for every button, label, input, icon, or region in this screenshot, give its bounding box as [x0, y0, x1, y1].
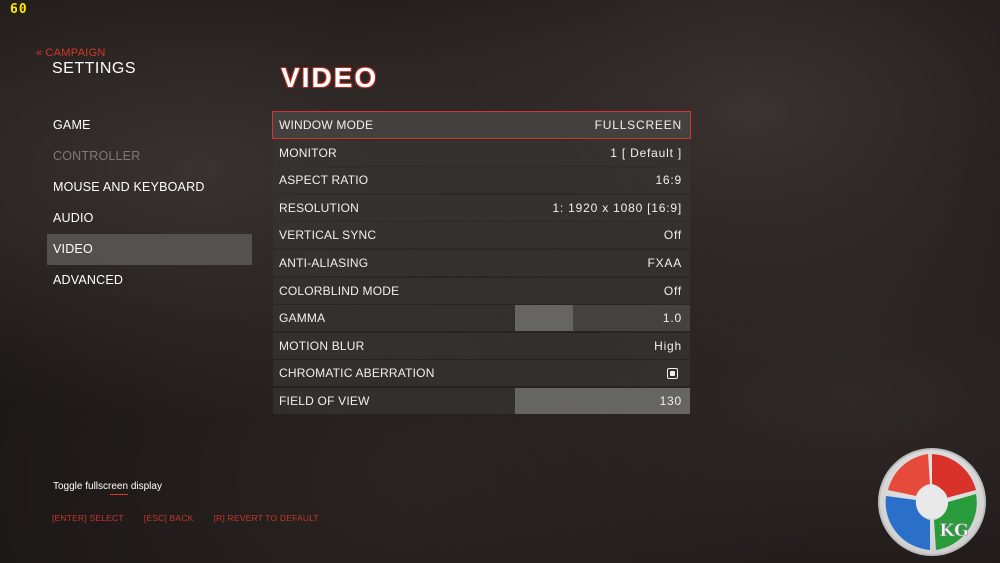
setting-row-monitor[interactable]: MONITOR 1 [ Default ]: [273, 139, 690, 166]
setting-row-chromatic-aberration[interactable]: CHROMATIC ABERRATION: [273, 360, 690, 387]
setting-row-colorblind-mode[interactable]: COLORBLIND MODE Off: [273, 277, 690, 304]
setting-row-aspect-ratio[interactable]: ASPECT RATIO 16:9: [273, 167, 690, 194]
setting-value: High: [654, 338, 682, 353]
setting-label: FIELD OF VIEW: [279, 393, 370, 408]
setting-label: WINDOW MODE: [279, 118, 374, 132]
setting-description-hint: Toggle fullscreen display: [53, 481, 162, 492]
setting-row-gamma[interactable]: GAMMA 1.0: [273, 305, 690, 332]
nav-item-game[interactable]: GAME: [47, 110, 252, 141]
setting-value: Off: [663, 228, 682, 243]
setting-label: RESOLUTION: [279, 200, 360, 215]
setting-label: MONITOR: [279, 145, 337, 160]
setting-label: GAMMA: [279, 311, 326, 326]
nav-item-video[interactable]: VIDEO: [47, 234, 252, 265]
settings-category-nav: GAME CONTROLLER MOUSE AND KEYBOARD AUDIO…: [47, 110, 252, 296]
nav-item-controller: CONTROLLER: [53, 149, 141, 163]
settings-title: SETTINGS: [52, 60, 137, 77]
nav-item-audio[interactable]: AUDIO: [47, 203, 252, 234]
video-settings-list: WINDOW MODE FULLSCREEN MONITOR 1 [ Defau…: [272, 111, 691, 416]
footer-controls: [ENTER] SELECT [ESC] BACK [R] REVERT TO …: [52, 513, 319, 523]
setting-label: ANTI-ALIASING: [279, 255, 369, 270]
setting-label: ASPECT RATIO: [279, 173, 369, 188]
setting-row-resolution[interactable]: RESOLUTION 1: 1920 x 1080 [16:9]: [273, 194, 690, 221]
fps-counter: 60: [10, 2, 28, 17]
setting-row-vertical-sync[interactable]: VERTICAL SYNC Off: [273, 222, 690, 249]
hint-underline: [110, 494, 128, 495]
logo-text: KG: [939, 521, 968, 541]
back-to-campaign-link[interactable]: « CAMPAIGN: [36, 47, 106, 59]
setting-value: 1: 1920 x 1080 [16:9]: [552, 200, 682, 215]
setting-label: CHROMATIC ABERRATION: [279, 366, 435, 381]
setting-row-anti-aliasing[interactable]: ANTI-ALIASING FXAA: [273, 249, 690, 276]
select-key-hint[interactable]: [ENTER] SELECT: [52, 513, 124, 523]
setting-value: FXAA: [647, 255, 682, 270]
gamma-slider-fill: [515, 305, 573, 332]
setting-row-field-of-view[interactable]: FIELD OF VIEW 130: [273, 387, 690, 414]
setting-value: 130: [659, 393, 682, 408]
setting-value: 1.0: [662, 311, 682, 326]
chromatic-aberration-checkbox[interactable]: [667, 367, 678, 379]
setting-value: 16:9: [655, 173, 682, 188]
back-key-hint[interactable]: [ESC] BACK: [144, 513, 194, 523]
setting-label: MOTION BLUR: [279, 338, 365, 353]
setting-row-window-mode[interactable]: WINDOW MODE FULLSCREEN: [272, 111, 691, 139]
double-chevron-left-icon: «: [36, 47, 43, 59]
setting-label: VERTICAL SYNC: [279, 228, 377, 243]
checkbox-checked-icon: [670, 370, 675, 376]
back-link-label: CAMPAIGN: [45, 47, 106, 59]
setting-value: Off: [663, 283, 682, 298]
nav-item-mouse-and-keyboard[interactable]: MOUSE AND KEYBOARD: [47, 172, 252, 203]
page-title: VIDEO: [281, 62, 379, 93]
setting-value: 1 [ Default ]: [610, 145, 682, 160]
setting-label: COLORBLIND MODE: [279, 283, 400, 298]
kg-logo-icon: KG: [878, 448, 986, 556]
setting-value: FULLSCREEN: [594, 118, 682, 132]
revert-key-hint[interactable]: [R] REVERT TO DEFAULT: [213, 513, 318, 523]
nav-item-advanced[interactable]: ADVANCED: [47, 265, 252, 296]
setting-row-motion-blur[interactable]: MOTION BLUR High: [273, 332, 690, 359]
